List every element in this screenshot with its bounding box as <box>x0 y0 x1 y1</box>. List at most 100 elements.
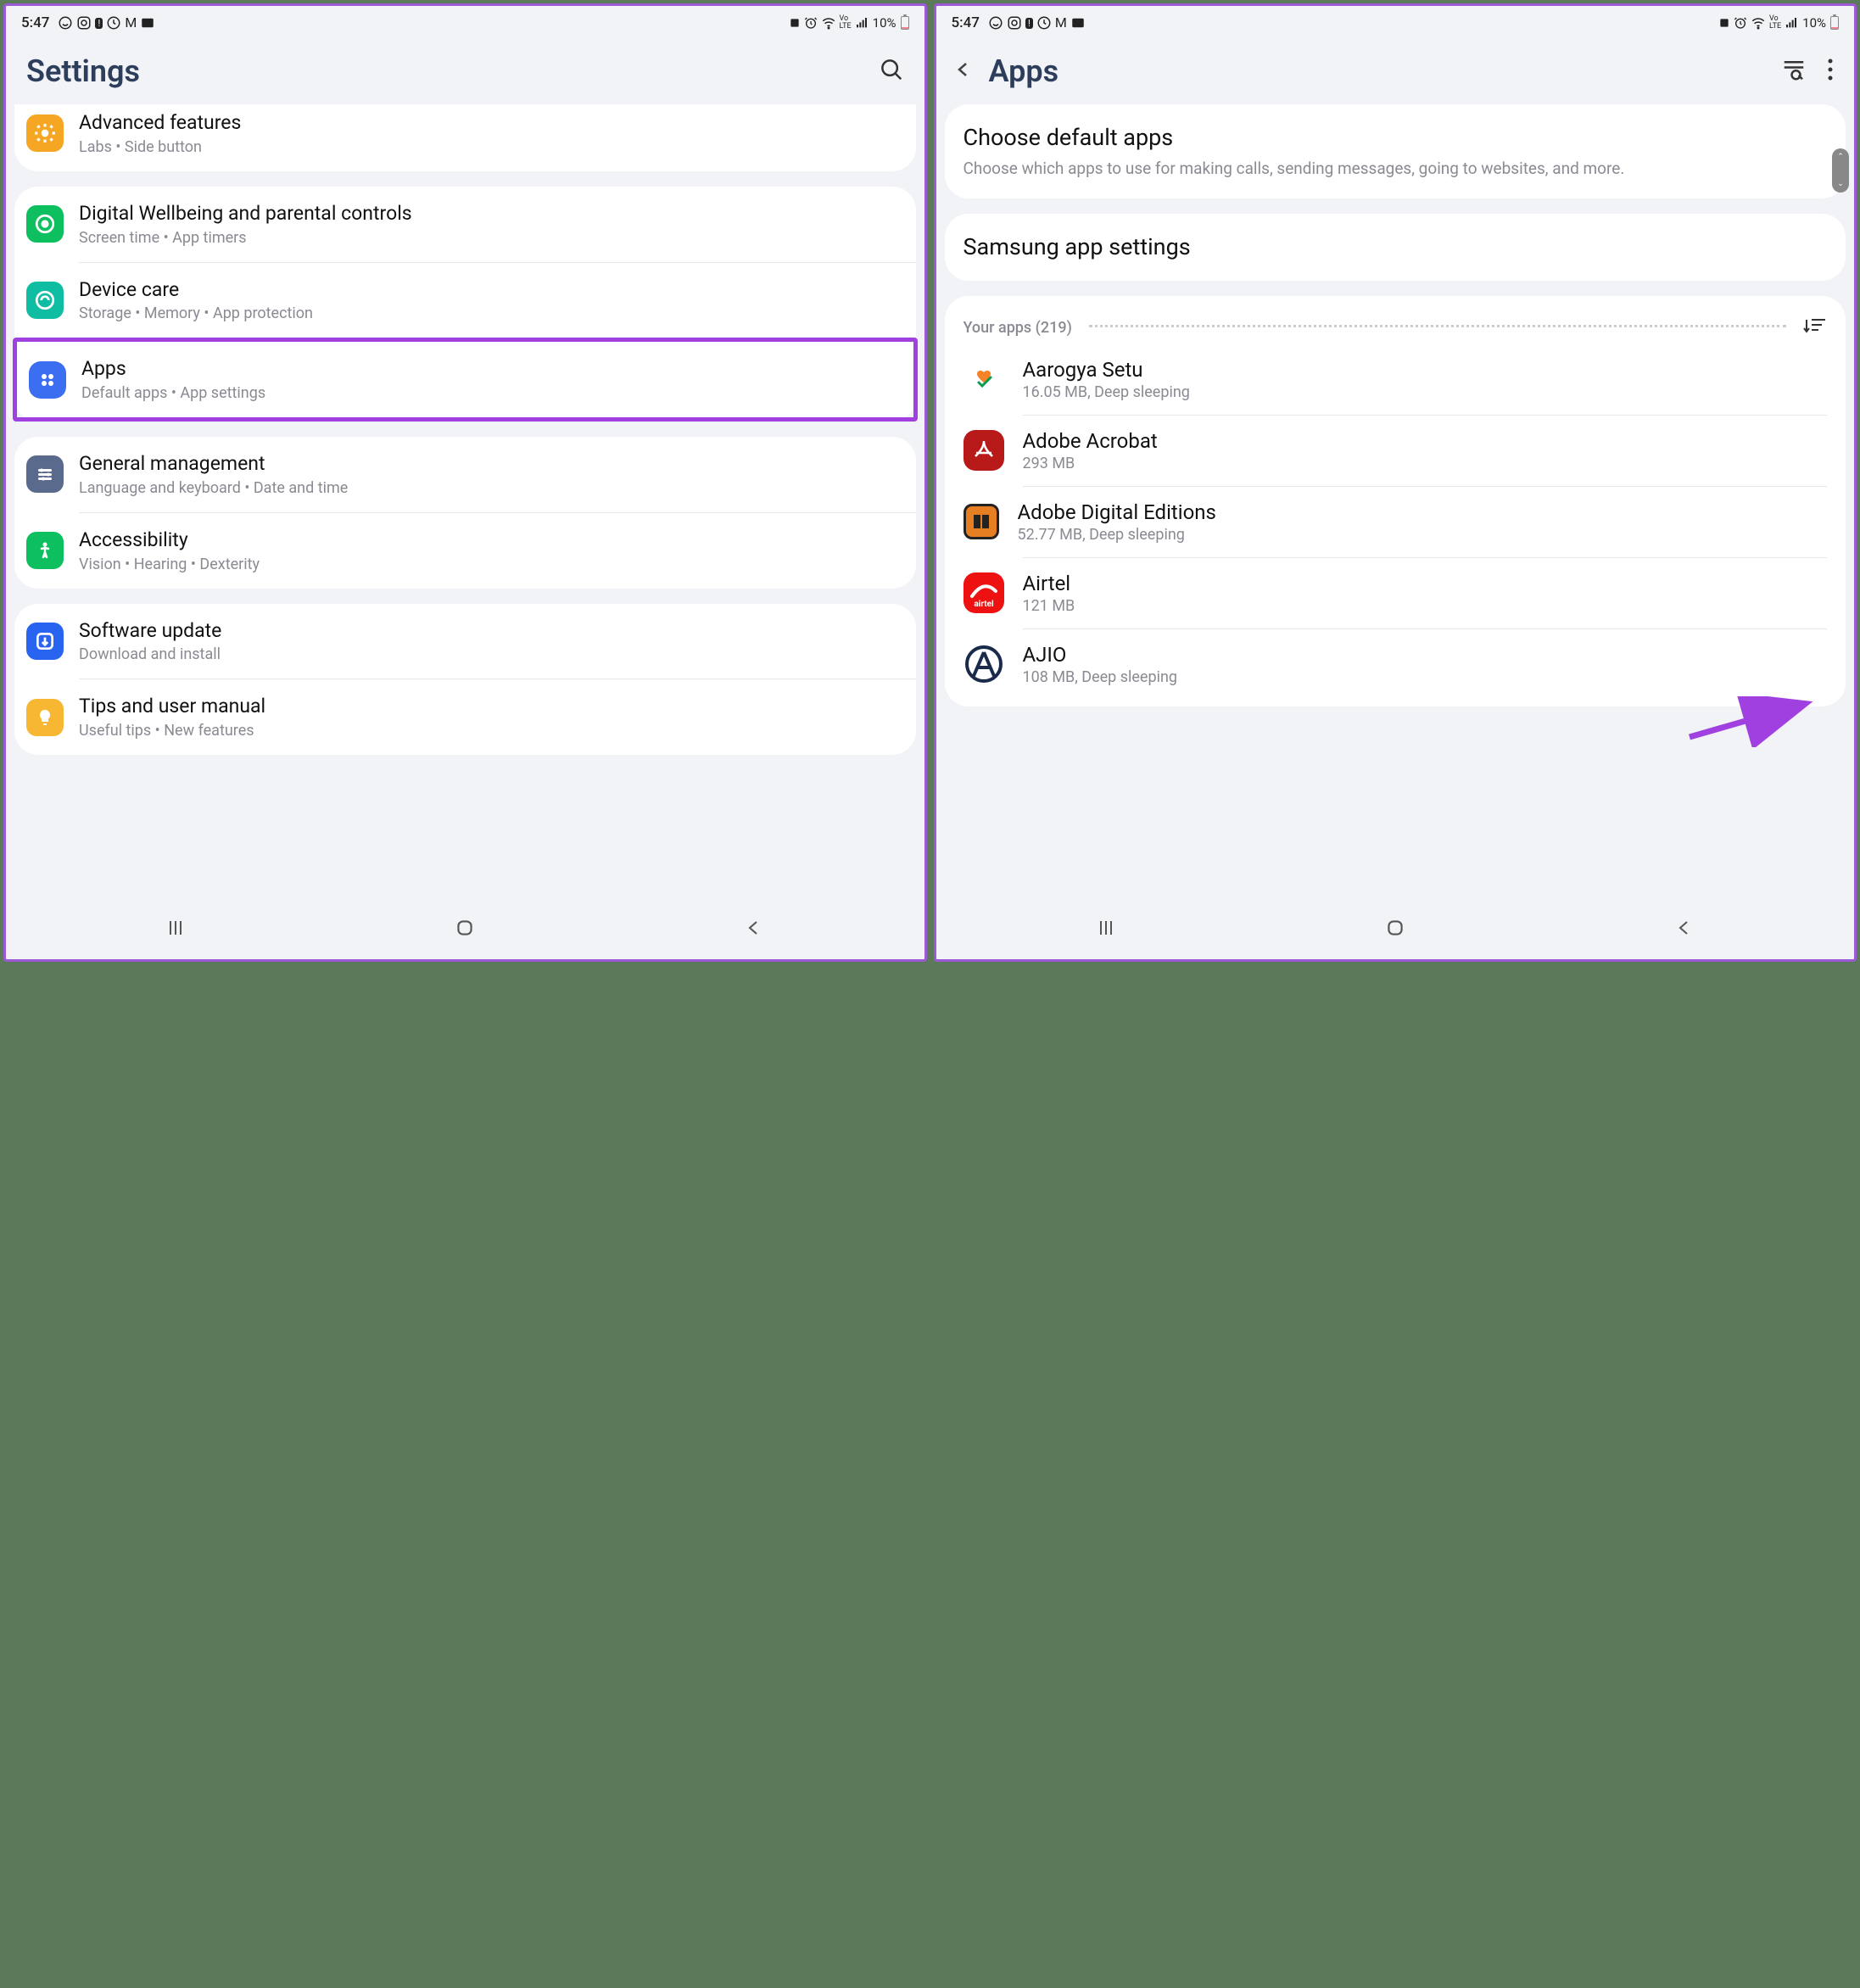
filter-search-icon[interactable] <box>1781 57 1807 86</box>
more-icon[interactable] <box>1827 58 1834 85</box>
volte-icon: VoLTE <box>840 15 852 31</box>
setting-title: Device care <box>79 278 904 303</box>
setting-tips[interactable]: Tips and user manual Useful tips • New f… <box>14 679 916 755</box>
battery-icon <box>1830 16 1839 30</box>
whatsapp-icon <box>58 15 73 31</box>
sort-icon[interactable] <box>1803 316 1827 339</box>
app-adobe-acrobat[interactable]: Adobe Acrobat 293 MB <box>945 416 1846 486</box>
app-aarogya-setu[interactable]: Aarogya Setu 16.05 MB, Deep sleeping <box>945 344 1846 415</box>
setting-digital-wellbeing[interactable]: Digital Wellbeing and parental controls … <box>14 187 916 262</box>
app-ajio[interactable]: AJIO 108 MB, Deep sleeping <box>945 629 1846 700</box>
setting-general-management[interactable]: General management Language and keyboard… <box>14 437 916 512</box>
status-bar: 5:47 ! M VoLTE 10% <box>936 6 1855 36</box>
setting-sub: Default apps • App settings <box>81 384 902 402</box>
samsung-app-settings-card[interactable]: Samsung app settings <box>945 214 1846 281</box>
nav-bar <box>6 903 924 959</box>
advanced-features-icon <box>26 114 64 152</box>
setting-title: Tips and user manual <box>79 695 904 719</box>
back-button[interactable] <box>1674 918 1695 943</box>
sync-icon <box>1036 15 1052 31</box>
setting-title: Advanced features <box>79 111 904 136</box>
nav-bar <box>936 903 1855 959</box>
your-apps-header: Your apps (219) <box>945 296 1846 344</box>
setting-advanced-features[interactable]: Advanced features Labs • Side button <box>14 104 916 171</box>
svg-text:airtel: airtel <box>974 600 994 609</box>
recents-button[interactable] <box>165 918 186 943</box>
card-sub: Choose which apps to use for making call… <box>964 158 1828 180</box>
scroll-up-icon: ⌃ <box>1837 153 1844 161</box>
setting-title: General management <box>79 452 904 477</box>
apps-icon <box>29 361 66 399</box>
search-icon[interactable] <box>879 57 904 86</box>
whatsapp-icon <box>988 15 1003 31</box>
aarogya-setu-icon <box>964 359 1004 399</box>
setting-sub: Vision • Hearing • Dexterity <box>79 556 904 573</box>
setting-software-update[interactable]: Software update Download and install <box>14 604 916 679</box>
back-button[interactable] <box>744 918 764 943</box>
app-sub: 16.05 MB, Deep sleeping <box>1023 383 1828 401</box>
status-icons-right: VoLTE <box>1718 15 1798 31</box>
alarm-icon <box>1734 16 1747 30</box>
status-icons-left: ! M <box>58 15 155 31</box>
notification-icon: ! <box>1025 18 1033 29</box>
app-name: Adobe Digital Editions <box>1018 500 1828 524</box>
tips-icon <box>26 699 64 736</box>
dotted-line <box>1089 325 1786 327</box>
settings-phone: 5:47 ! M VoLTE 10% Settings <box>3 3 927 962</box>
choose-default-apps-card[interactable]: Choose default apps Choose which apps to… <box>945 104 1846 198</box>
app-name: Aarogya Setu <box>1023 358 1828 382</box>
wifi-icon <box>1751 15 1766 31</box>
accessibility-icon <box>26 532 64 569</box>
card-icon <box>1718 17 1730 29</box>
setting-title: Accessibility <box>79 528 904 553</box>
setting-sub: Language and keyboard • Date and time <box>79 479 904 497</box>
card-title: Samsung app settings <box>964 232 1828 262</box>
gmail-icon: M <box>1055 16 1067 30</box>
apps-content: Choose default apps Choose which apps to… <box>936 104 1855 903</box>
gallery-icon <box>1070 15 1086 31</box>
app-adobe-digital-editions[interactable]: Adobe Digital Editions 52.77 MB, Deep sl… <box>945 487 1846 557</box>
recents-button[interactable] <box>1096 918 1116 943</box>
page-title: Settings <box>26 53 140 89</box>
your-apps-label: Your apps (219) <box>964 319 1072 337</box>
gmail-icon: M <box>125 16 137 30</box>
instagram-icon <box>76 15 92 31</box>
general-management-icon <box>26 455 64 493</box>
volte-icon: VoLTE <box>1769 15 1781 31</box>
signal-icon <box>1785 16 1798 30</box>
settings-content: Advanced features Labs • Side button Dig… <box>6 104 924 903</box>
setting-title: Digital Wellbeing and parental controls <box>79 202 904 226</box>
apps-phone: 5:47 ! M VoLTE 10% <box>934 3 1857 962</box>
app-name: Adobe Acrobat <box>1023 429 1828 453</box>
apps-header: Apps <box>936 36 1855 104</box>
app-sub: 52.77 MB, Deep sleeping <box>1018 526 1828 544</box>
device-care-icon <box>26 282 64 319</box>
page-title: Apps <box>989 53 1059 89</box>
setting-sub: Useful tips • New features <box>79 722 904 740</box>
apps-highlight: Apps Default apps • App settings <box>13 338 918 422</box>
setting-device-care[interactable]: Device care Storage • Memory • App prote… <box>14 263 916 338</box>
home-button[interactable] <box>454 917 476 944</box>
airtel-icon: airtel <box>964 572 1004 613</box>
card-icon <box>789 17 801 29</box>
instagram-icon <box>1007 15 1022 31</box>
back-icon[interactable] <box>947 57 980 87</box>
adobe-digital-editions-icon <box>964 504 999 539</box>
battery-icon <box>901 16 909 30</box>
setting-sub: Storage • Memory • App protection <box>79 304 904 322</box>
app-sub: 108 MB, Deep sleeping <box>1023 668 1828 686</box>
scroll-indicator[interactable]: ⌃ ⌄ <box>1832 148 1849 193</box>
setting-apps[interactable]: Apps Default apps • App settings <box>17 342 913 417</box>
setting-title: Software update <box>79 619 904 644</box>
home-button[interactable] <box>1384 917 1406 944</box>
gallery-icon <box>140 15 155 31</box>
software-update-icon <box>26 623 64 660</box>
app-name: Airtel <box>1023 572 1828 595</box>
digital-wellbeing-icon <box>26 205 64 243</box>
status-icons-left: ! M <box>988 15 1086 31</box>
setting-accessibility[interactable]: Accessibility Vision • Hearing • Dexteri… <box>14 513 916 589</box>
card-title: Choose default apps <box>964 123 1828 153</box>
sync-icon <box>106 15 121 31</box>
annotation-arrow <box>1683 696 1818 747</box>
app-airtel[interactable]: airtel Airtel 121 MB <box>945 558 1846 628</box>
